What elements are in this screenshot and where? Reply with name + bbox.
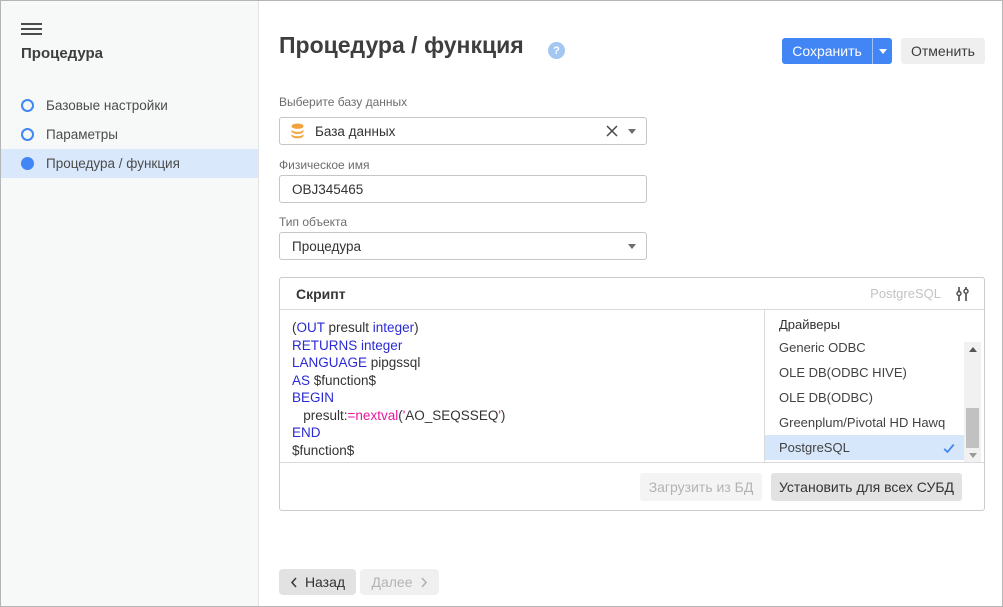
driver-item[interactable]: Generic ODBC — [765, 335, 964, 360]
dialect-label: PostgreSQL — [870, 286, 941, 301]
driver-label: PostgreSQL — [779, 440, 850, 455]
physical-name-label: Физическое имя — [279, 158, 369, 172]
driver-item[interactable]: OLE DB(ODBC) — [765, 385, 964, 410]
sliders-icon[interactable] — [955, 286, 970, 302]
sidebar-item-label: Базовые настройки — [46, 98, 168, 113]
sidebar-item[interactable]: Процедура / функция — [1, 149, 258, 178]
code-line: (OUT presult integer) — [292, 319, 754, 337]
back-button-label: Назад — [305, 574, 345, 590]
sidebar-item-label: Процедура / функция — [46, 156, 180, 171]
drivers-list: Generic ODBC OLE DB(ODBC HIVE) OLE DB(ODBC… — [765, 335, 984, 460]
driver-label: Greenplum/Pivotal HD Hawq — [779, 415, 945, 430]
sidebar-item-label: Параметры — [46, 127, 118, 142]
check-icon — [942, 441, 956, 455]
driver-item[interactable]: OLE DB(ODBC HIVE) — [765, 360, 964, 385]
cancel-button[interactable]: Отменить — [901, 38, 985, 64]
script-panel: Скрипт PostgreSQL (OUT presult integer)R… — [279, 277, 985, 511]
script-panel-title: Скрипт — [296, 286, 870, 302]
scroll-up-icon[interactable] — [964, 342, 981, 356]
help-icon[interactable]: ? — [548, 42, 565, 59]
script-panel-footer: Загрузить из БД Установить для всех СУБД — [280, 462, 984, 510]
code-line: END — [292, 424, 754, 442]
driver-item[interactable]: Greenplum/Pivotal HD Hawq — [765, 410, 964, 435]
radio-icon — [21, 157, 34, 170]
chevron-right-icon — [420, 577, 428, 588]
code-line: $function$ — [292, 442, 754, 460]
sidebar-item[interactable]: Базовые настройки — [1, 91, 258, 120]
code-line: BEGIN — [292, 389, 754, 407]
radio-icon — [21, 128, 34, 141]
code-line: RETURNS integer — [292, 337, 754, 355]
radio-icon — [21, 99, 34, 112]
physical-name-input[interactable] — [279, 175, 647, 203]
next-button[interactable]: Далее — [360, 569, 439, 595]
scrollbar-thumb[interactable] — [966, 408, 979, 448]
next-button-label: Далее — [371, 574, 412, 590]
driver-label: OLE DB(ODBC) — [779, 390, 873, 405]
app-window: Процедура Базовые настройки Параметры Проц… — [0, 0, 1003, 607]
database-icon — [290, 123, 305, 139]
code-line: presult:=nextval('AO_SEQSSEQ') — [292, 407, 754, 425]
object-type-select[interactable]: Процедура — [279, 232, 647, 260]
sidebar: Процедура Базовые настройки Параметры Проц… — [1, 1, 259, 606]
sidebar-item[interactable]: Параметры — [1, 120, 258, 149]
database-field-label: Выберите базу данных — [279, 95, 407, 109]
load-from-db-button[interactable]: Загрузить из БД — [640, 473, 762, 501]
hamburger-menu-icon[interactable] — [21, 23, 42, 37]
clear-icon[interactable] — [606, 125, 618, 137]
sidebar-nav: Базовые настройки Параметры Процедура / фу… — [1, 91, 258, 178]
driver-label: OLE DB(ODBC HIVE) — [779, 365, 907, 380]
page-title: Процедура / функция — [279, 32, 524, 59]
object-type-label: Тип объекта — [279, 215, 347, 229]
drivers-panel: Драйверы Generic ODBC OLE DB(ODBC HIVE) OL… — [764, 310, 984, 462]
script-panel-header: Скрипт PostgreSQL — [280, 278, 984, 310]
code-line: LANGUAGE pipgssql — [292, 354, 754, 372]
scroll-down-icon[interactable] — [964, 448, 981, 462]
set-for-all-dbms-button[interactable]: Установить для всех СУБД — [771, 473, 962, 501]
script-panel-body: (OUT presult integer)RETURNS integerLANG… — [280, 310, 984, 462]
drivers-scrollbar[interactable] — [964, 342, 981, 462]
save-button[interactable]: Сохранить — [782, 38, 872, 64]
object-type-value: Процедура — [292, 239, 628, 254]
database-select[interactable]: База данных — [279, 117, 647, 145]
driver-label: Generic ODBC — [779, 340, 866, 355]
drivers-header: Драйверы — [765, 310, 984, 335]
driver-item[interactable]: PostgreSQL — [765, 435, 964, 460]
code-editor[interactable]: (OUT presult integer)RETURNS integerLANG… — [280, 310, 764, 462]
chevron-down-icon — [879, 49, 887, 54]
sidebar-title: Процедура — [21, 45, 103, 62]
chevron-down-icon[interactable] — [628, 244, 636, 249]
chevron-left-icon — [290, 577, 298, 588]
code-line: AS $function$ — [292, 372, 754, 390]
back-button[interactable]: Назад — [279, 569, 356, 595]
save-dropdown-button[interactable] — [872, 38, 892, 64]
database-select-value: База данных — [315, 124, 606, 139]
chevron-down-icon[interactable] — [628, 129, 636, 134]
